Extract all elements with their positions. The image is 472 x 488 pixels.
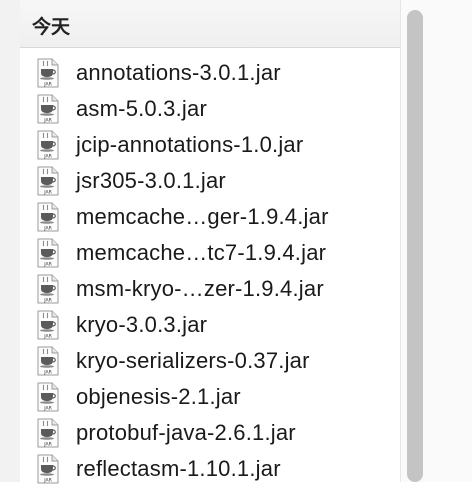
file-name: objenesis-2.1.jar <box>76 384 241 409</box>
jar-file-icon: JAR <box>37 238 59 268</box>
file-list-item[interactable]: JAR kryo-serializers-0.37.jar <box>20 344 400 380</box>
file-list-item[interactable]: JAR memcache…ger-1.9.4.jar <box>20 200 400 236</box>
file-list-item[interactable]: JAR memcache…tc7-1.9.4.jar <box>20 236 400 272</box>
file-name: memcache…tc7-1.9.4.jar <box>76 240 327 265</box>
jar-file-icon: JAR <box>37 382 59 412</box>
jar-file-icon: JAR <box>37 310 59 340</box>
sidebar-edge <box>0 0 21 482</box>
jar-file-icon: JAR <box>37 454 59 484</box>
section-header-today[interactable]: 今天 <box>20 0 400 48</box>
jar-file-icon: JAR <box>37 418 59 448</box>
file-name: msm-kryo-…zer-1.9.4.jar <box>76 276 324 301</box>
file-list-item[interactable]: JAR kryo-3.0.3.jar <box>20 308 400 344</box>
section-title: 今天 <box>32 16 71 38</box>
svg-text:JAR: JAR <box>43 226 52 232</box>
file-name: jcip-annotations-1.0.jar <box>76 132 304 157</box>
file-name: reflectasm-1.10.1.jar <box>76 456 281 481</box>
svg-text:JAR: JAR <box>43 406 52 412</box>
svg-text:JAR: JAR <box>43 442 52 448</box>
svg-text:JAR: JAR <box>43 154 52 160</box>
svg-text:JAR: JAR <box>43 370 52 376</box>
file-name: kryo-3.0.3.jar <box>76 312 208 337</box>
file-list-item[interactable]: JAR annotations-3.0.1.jar <box>20 56 400 92</box>
file-name: asm-5.0.3.jar <box>76 96 207 121</box>
jar-file-icon: JAR <box>37 346 59 376</box>
svg-text:JAR: JAR <box>43 334 52 340</box>
file-name: jsr305-3.0.1.jar <box>76 168 226 193</box>
jar-file-icon: JAR <box>37 58 59 88</box>
file-name: annotations-3.0.1.jar <box>76 60 281 85</box>
jar-file-icon: JAR <box>37 202 59 232</box>
file-list: JAR annotations-3.0.1.jar JAR asm-5.0.3.… <box>20 56 400 488</box>
file-list-item[interactable]: JAR msm-kryo-…zer-1.9.4.jar <box>20 272 400 308</box>
file-list-item[interactable]: JAR jcip-annotations-1.0.jar <box>20 128 400 164</box>
jar-file-icon: JAR <box>37 166 59 196</box>
file-list-item[interactable]: JAR protobuf-java-2.6.1.jar <box>20 416 400 452</box>
svg-text:JAR: JAR <box>43 118 52 124</box>
vertical-scrollbar[interactable] <box>407 10 423 482</box>
file-list-item[interactable]: JAR reflectasm-1.10.1.jar <box>20 452 400 488</box>
file-name: protobuf-java-2.6.1.jar <box>76 420 296 445</box>
jar-file-icon: JAR <box>37 130 59 160</box>
jar-file-icon: JAR <box>37 274 59 304</box>
file-list-item[interactable]: JAR asm-5.0.3.jar <box>20 92 400 128</box>
svg-text:JAR: JAR <box>43 298 52 304</box>
svg-text:JAR: JAR <box>43 190 52 196</box>
svg-text:JAR: JAR <box>43 262 52 268</box>
svg-text:JAR: JAR <box>43 478 52 484</box>
jar-file-icon: JAR <box>37 94 59 124</box>
svg-text:JAR: JAR <box>43 82 52 88</box>
file-browser-panel: 今天 JAR annotations-3.0.1.jar JAR asm-5.0… <box>20 0 400 484</box>
file-list-item[interactable]: JAR objenesis-2.1.jar <box>20 380 400 416</box>
file-name: kryo-serializers-0.37.jar <box>76 348 310 373</box>
file-name: memcache…ger-1.9.4.jar <box>76 204 329 229</box>
file-list-item[interactable]: JAR jsr305-3.0.1.jar <box>20 164 400 200</box>
